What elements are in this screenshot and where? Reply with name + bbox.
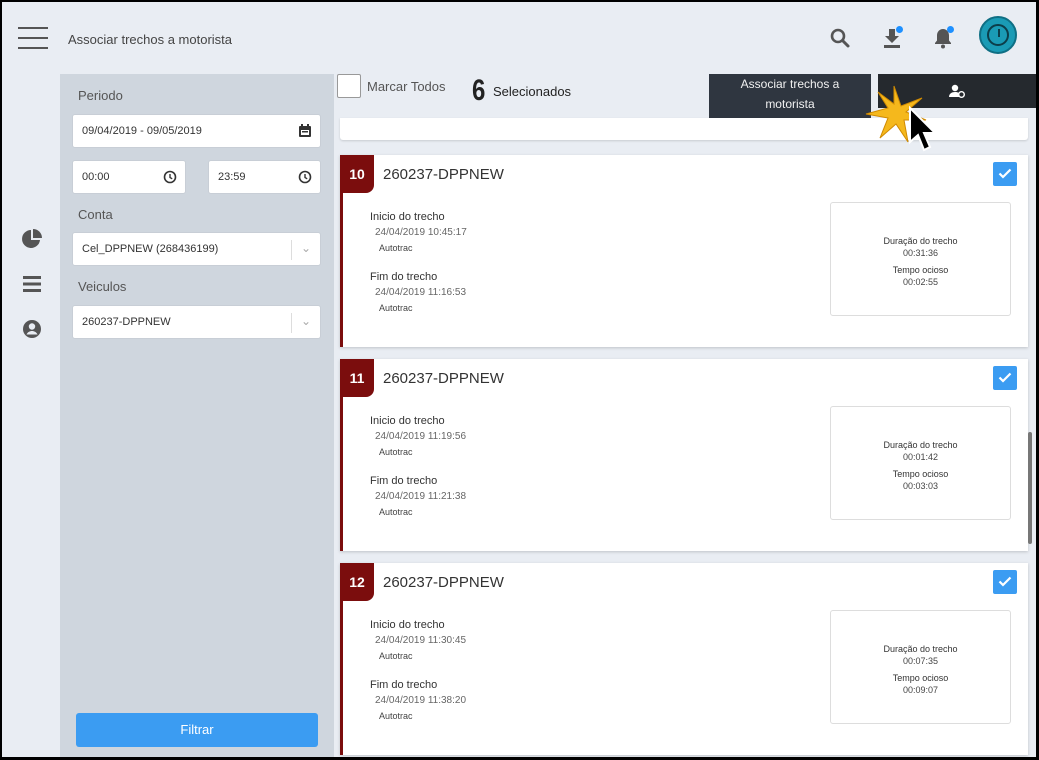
notification-dot	[896, 26, 903, 33]
calendar-icon[interactable]	[298, 124, 312, 138]
trip-start-source: Autotrac	[379, 447, 413, 457]
trip-start-label: Inicio do trecho	[370, 415, 445, 427]
hamburger-menu-icon[interactable]	[18, 27, 48, 49]
list-icon[interactable]	[21, 273, 43, 295]
trip-start-time: 24/04/2019 10:45:17	[375, 227, 467, 238]
mark-all-label: Marcar Todos	[367, 79, 446, 94]
trip-card[interactable]: 11 260237-DPPNEW Inicio do trecho 24/04/…	[340, 359, 1028, 551]
trip-stats-box: Duração do trecho 00:01:42 Tempo ocioso …	[830, 406, 1011, 520]
account-select[interactable]: Cel_DPPNEW (268436199) ⌄	[72, 232, 321, 266]
trip-number-badge: 11	[340, 359, 374, 397]
trip-start-source: Autotrac	[379, 651, 413, 661]
clock-icon[interactable]	[163, 170, 177, 184]
check-icon	[998, 372, 1012, 383]
page-title: Associar trechos a motorista	[68, 32, 233, 47]
trip-start-time: 24/04/2019 11:30:45	[375, 635, 467, 646]
trip-start-label: Inicio do trecho	[370, 619, 445, 631]
vehicles-label: Veiculos	[78, 279, 127, 294]
start-time-value: 00:00	[82, 171, 110, 183]
trip-select-checkbox[interactable]	[993, 570, 1017, 594]
mark-all-checkbox[interactable]	[337, 74, 361, 98]
trip-end-label: Fim do trecho	[370, 679, 438, 691]
trip-end-source: Autotrac	[379, 507, 413, 517]
trip-start-source: Autotrac	[379, 243, 413, 253]
duration-value: 00:01:42	[902, 452, 939, 462]
app-window: Associar trechos a motorista Periodo 09/…	[2, 2, 1036, 757]
check-icon	[998, 576, 1012, 587]
chevron-down-icon[interactable]: ⌄	[301, 241, 311, 255]
period-field[interactable]: 09/04/2019 - 09/05/2019	[72, 114, 321, 148]
associate-tooltip-text: Associar trechos a motorista	[740, 77, 840, 111]
duration-label: Duração do trecho	[883, 644, 958, 654]
idle-label: Tempo ocioso	[892, 265, 949, 275]
vehicle-select[interactable]: 260237-DPPNEW ⌄	[72, 305, 321, 339]
period-value: 09/04/2019 - 09/05/2019	[82, 125, 202, 137]
end-time-value: 23:59	[218, 171, 246, 183]
start-time-field[interactable]: 00:00	[72, 160, 186, 194]
trip-vehicle-title: 260237-DPPNEW	[383, 370, 504, 387]
trip-select-checkbox[interactable]	[993, 366, 1017, 390]
account-circle-icon[interactable]	[21, 318, 43, 340]
account-value: Cel_DPPNEW (268436199)	[82, 243, 219, 255]
trip-end-time: 24/04/2019 11:21:38	[375, 491, 467, 502]
top-bar: Associar trechos a motorista	[2, 2, 1036, 74]
idle-label: Tempo ocioso	[892, 673, 949, 683]
associate-tooltip[interactable]: Associar trechos a motorista	[709, 74, 871, 118]
duration-label: Duração do trecho	[883, 236, 958, 246]
filter-button[interactable]: Filtrar	[76, 713, 318, 747]
trip-end-label: Fim do trecho	[370, 475, 438, 487]
duration-value: 00:31:36	[902, 248, 939, 258]
trip-select-checkbox[interactable]	[993, 162, 1017, 186]
click-burst-cursor-icon	[865, 85, 938, 152]
trip-card[interactable]: 10 260237-DPPNEW Inicio do trecho 24/04/…	[340, 155, 1028, 347]
idle-value: 00:02:55	[902, 277, 939, 287]
avatar[interactable]	[979, 16, 1017, 54]
trip-end-time: 24/04/2019 11:38:20	[375, 695, 467, 706]
bell-icon[interactable]	[931, 26, 955, 50]
end-time-field[interactable]: 23:59	[208, 160, 321, 194]
download-icon[interactable]	[880, 26, 904, 50]
chevron-down-icon[interactable]: ⌄	[301, 314, 311, 328]
search-icon[interactable]	[828, 26, 852, 50]
vehicle-value: 260237-DPPNEW	[82, 316, 171, 328]
duration-label: Duração do trecho	[883, 440, 958, 450]
trip-vehicle-title: 260237-DPPNEW	[383, 166, 504, 183]
selected-count: 6	[472, 74, 486, 107]
selected-label: Selecionados	[493, 84, 572, 99]
account-label: Conta	[78, 207, 113, 222]
idle-value: 00:09:07	[902, 685, 939, 695]
trip-end-time: 24/04/2019 11:16:53	[375, 287, 467, 298]
trip-end-label: Fim do trecho	[370, 271, 438, 283]
filter-panel: Periodo 09/04/2019 - 09/05/2019 00:00 23…	[60, 74, 334, 757]
scrollbar-thumb[interactable]	[1028, 432, 1032, 544]
check-icon	[998, 168, 1012, 179]
period-label: Periodo	[78, 88, 123, 103]
trip-vehicle-title: 260237-DPPNEW	[383, 574, 504, 591]
trip-number-badge: 10	[340, 155, 374, 193]
trip-start-time: 24/04/2019 11:19:56	[375, 431, 467, 442]
trip-stats-box: Duração do trecho 00:31:36 Tempo ocioso …	[830, 202, 1011, 316]
idle-label: Tempo ocioso	[892, 469, 949, 479]
duration-value: 00:07:35	[902, 656, 939, 666]
pie-chart-icon[interactable]	[21, 228, 43, 250]
trip-card[interactable]: 12 260237-DPPNEW Inicio do trecho 24/04/…	[340, 563, 1028, 755]
clock-icon[interactable]	[298, 170, 312, 184]
trip-stats-box: Duração do trecho 00:07:35 Tempo ocioso …	[830, 610, 1011, 724]
trip-start-label: Inicio do trecho	[370, 211, 445, 223]
idle-value: 00:03:03	[902, 481, 939, 491]
notification-dot	[947, 26, 954, 33]
trip-end-source: Autotrac	[379, 303, 413, 313]
trip-end-source: Autotrac	[379, 711, 413, 721]
trip-number-badge: 12	[340, 563, 374, 601]
